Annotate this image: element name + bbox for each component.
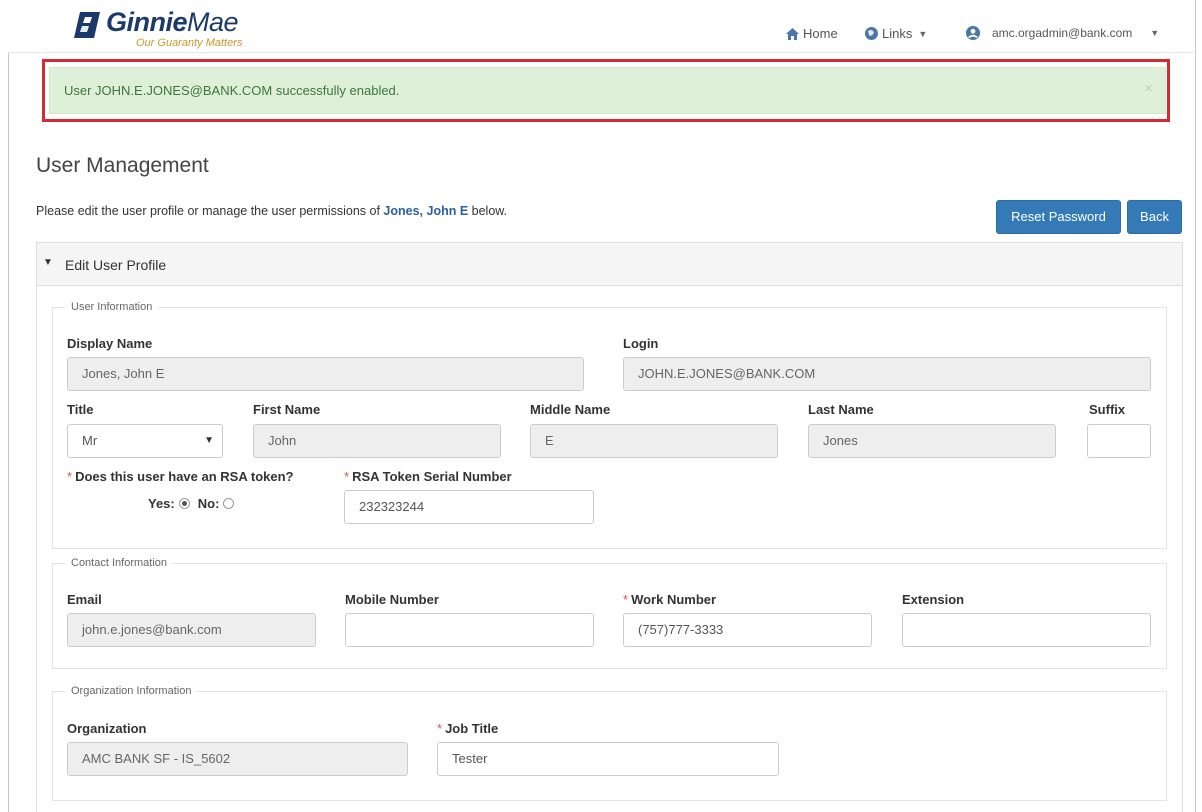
title-label: Title xyxy=(67,402,94,417)
alert-highlight-box xyxy=(42,59,1170,122)
logo-wordmark: GinnieMae xyxy=(106,7,239,37)
dropdown-arrow-icon: ▼ xyxy=(204,435,214,446)
rsa-serial-label: * RSA Token Serial Number xyxy=(344,469,512,484)
ginnie-mae-logo[interactable]: GinnieMae Our Guaranty Matters xyxy=(66,4,286,50)
middle-name-label: Middle Name xyxy=(530,402,611,417)
reset-password-button[interactable]: Reset Password xyxy=(996,200,1121,234)
back-button[interactable]: Back xyxy=(1127,200,1182,234)
contact-information-legend: Contact Information xyxy=(71,557,167,569)
nav-links-label: Links xyxy=(882,26,913,41)
rsa-token-radio-group: Yes: No: xyxy=(148,496,242,511)
suffix-field[interactable] xyxy=(1087,424,1151,458)
top-navbar: GinnieMae Our Guaranty Matters Home Link… xyxy=(8,0,1194,53)
extension-label: Extension xyxy=(902,592,965,607)
last-name-field[interactable]: Jones xyxy=(808,424,1056,458)
intro-text-before: Please edit the user profile or manage t… xyxy=(36,204,380,218)
first-name-field[interactable]: John xyxy=(253,424,501,458)
chevron-down-icon: ▼ xyxy=(1150,28,1160,38)
email-field[interactable]: john.e.jones@bank.com xyxy=(67,613,316,647)
organization-label: Organization xyxy=(67,721,147,736)
title-select[interactable]: Mr ▼ xyxy=(67,424,223,458)
last-name-label: Last Name xyxy=(808,402,874,417)
user-circle-icon xyxy=(966,26,980,40)
nav-user-email: amc.orgadmin@bank.com xyxy=(992,26,1133,40)
middle-name-field[interactable]: E xyxy=(530,424,778,458)
nav-user-menu[interactable]: amc.orgadmin@bank.com ▼ xyxy=(966,26,1159,40)
page-title: User Management xyxy=(36,154,209,177)
user-information-legend: User Information xyxy=(71,301,153,313)
intro-text-after: below. xyxy=(471,204,508,218)
job-title-label: * Job Title xyxy=(437,721,499,736)
login-field[interactable]: JOHN.E.JONES@BANK.COM xyxy=(623,357,1151,391)
login-label: Login xyxy=(623,336,659,351)
logo-tagline: Our Guaranty Matters xyxy=(136,37,243,49)
rsa-no-label: No: xyxy=(197,496,220,511)
extension-field[interactable] xyxy=(902,613,1151,647)
rsa-yes-radio[interactable] xyxy=(178,498,190,509)
globe-icon xyxy=(865,27,878,40)
home-icon xyxy=(786,27,799,40)
display-name-label: Display Name xyxy=(67,336,153,351)
chevron-down-icon: ▼ xyxy=(918,28,928,39)
display-name-field[interactable]: Jones, John E xyxy=(67,357,584,391)
suffix-label: Suffix xyxy=(1089,402,1126,417)
mobile-number-field[interactable] xyxy=(345,613,594,647)
organization-field[interactable]: AMC BANK SF - IS_5602 xyxy=(67,742,408,776)
nav-links-dropdown[interactable]: Links ▼ xyxy=(865,26,927,41)
job-title-field[interactable]: Tester xyxy=(437,742,779,776)
caret-down-icon: ▼ xyxy=(43,257,53,268)
edit-user-profile-header[interactable]: ▼ Edit User Profile xyxy=(36,242,1183,286)
logo-flag-icon xyxy=(74,12,100,38)
work-number-field[interactable]: (757)777-3333 xyxy=(623,613,872,647)
organization-information-legend: Organization Information xyxy=(71,685,192,697)
rsa-token-question: * Does this user have an RSA token? xyxy=(67,469,294,484)
nav-home-link[interactable]: Home xyxy=(786,26,838,41)
first-name-label: First Name xyxy=(253,402,321,417)
email-label: Email xyxy=(67,592,102,607)
work-number-label: * Work Number xyxy=(623,592,717,607)
rsa-no-radio[interactable] xyxy=(223,498,235,509)
mobile-number-label: Mobile Number xyxy=(345,592,439,607)
nav-home-label: Home xyxy=(803,26,838,41)
rsa-yes-label: Yes: xyxy=(148,496,175,511)
rsa-serial-field[interactable]: 232323244 xyxy=(344,490,594,524)
panel-title: Edit User Profile xyxy=(65,257,167,273)
intro-text: Please edit the user profile or manage t… xyxy=(36,204,507,218)
title-select-value: Mr xyxy=(82,433,98,448)
intro-user-name: Jones, John E xyxy=(383,204,469,218)
